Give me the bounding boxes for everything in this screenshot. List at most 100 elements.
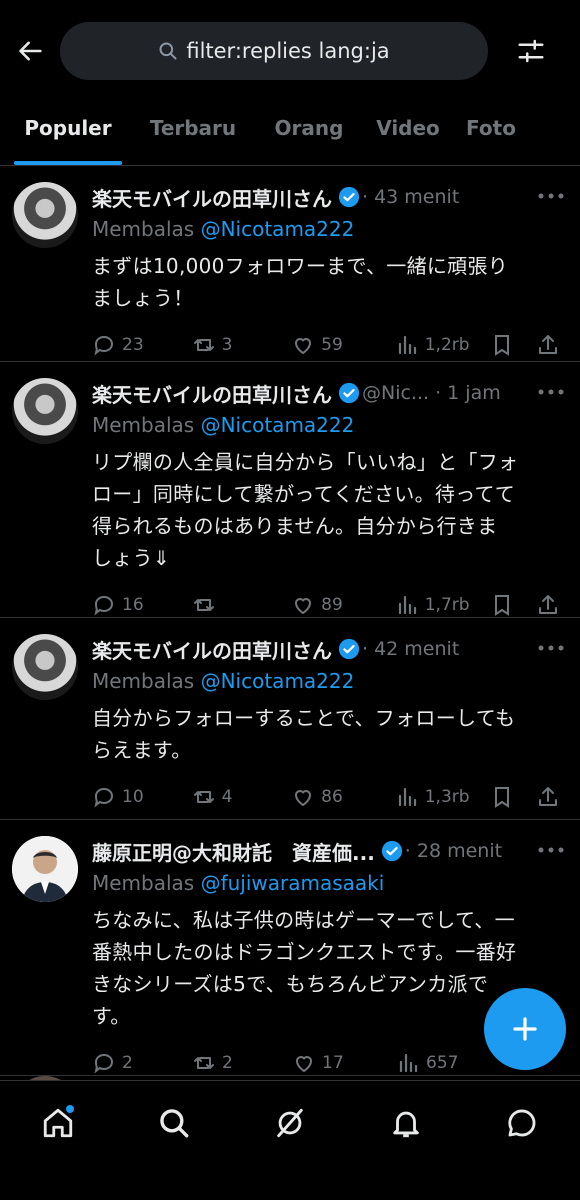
views-button[interactable]: 1,7rb [395, 593, 491, 617]
avatar[interactable] [12, 378, 78, 444]
filter-button[interactable] [514, 34, 548, 68]
post[interactable]: 楽天モバイルの田草川さん · 43 menit Membalas @Nicota… [0, 166, 580, 362]
post-meta: · 42 menit [362, 638, 460, 660]
nav-explore[interactable] [116, 1103, 232, 1143]
reply-button[interactable]: 16 [92, 593, 192, 617]
filter-sliders-icon [518, 39, 544, 63]
compose-button[interactable] [484, 988, 566, 1070]
retweet-icon [193, 599, 214, 611]
views-icon [398, 787, 416, 807]
explore-icon [160, 1109, 189, 1138]
post-meta: · 28 menit [404, 840, 503, 862]
search-query: filter:replies lang:ja [186, 39, 390, 63]
more-icon[interactable] [536, 840, 566, 860]
post-text-line: まずは10,000フォロワーまで、一緒に頑張り [92, 254, 509, 278]
reply-context: Membalas @fujiwaramasaaki [92, 868, 566, 898]
bookmark-button[interactable] [490, 333, 536, 357]
reply-button[interactable]: 10 [92, 785, 192, 809]
reply-prefix: Membalas [92, 669, 195, 693]
like-icon [295, 598, 312, 615]
share-icon [539, 595, 558, 614]
post-text-line: ましょう！ [92, 286, 194, 310]
bookmark-button[interactable] [490, 785, 536, 809]
views-button[interactable]: 1,3rb [395, 785, 491, 809]
like-button[interactable]: 59 [291, 333, 395, 357]
author-name[interactable]: 楽天モバイルの田草川さん [92, 183, 332, 212]
compose-plus-icon [513, 1017, 537, 1041]
post-meta: · 43 menit [362, 186, 460, 208]
post-meta: @Nic... · 1 jam [362, 382, 501, 404]
tab-foto[interactable]: Foto [456, 91, 526, 165]
share-button[interactable] [536, 333, 566, 357]
mention-link[interactable]: @Nicotama222 [201, 413, 355, 437]
mention-link[interactable]: @Nicotama222 [201, 669, 355, 693]
retweet-count: 3 [221, 335, 233, 355]
bookmark-icon [495, 787, 510, 808]
nav-messages[interactable] [464, 1103, 580, 1143]
verified-icon [338, 186, 360, 208]
post-text-line: きなシリーズは5で、もちろんビアンカ派で [92, 972, 489, 996]
reply-count: 23 [122, 335, 144, 355]
reply-prefix: Membalas [92, 217, 195, 241]
avatar[interactable] [12, 182, 78, 248]
views-button[interactable]: 1,2rb [395, 333, 491, 357]
post-actions: 10 4 86 1,3rb [92, 766, 566, 828]
mention-link[interactable]: @Nicotama222 [201, 217, 355, 241]
like-button[interactable]: 86 [291, 785, 395, 809]
reply-context: Membalas @Nicotama222 [92, 410, 566, 440]
post-text: リプ欄の人全員に自分から「いいね」と「フォ ロー」同時にして繋がってください。待… [92, 446, 566, 574]
post[interactable]: 楽天モバイルの田草川さん · 42 menit Membalas @Nicota… [0, 618, 580, 820]
reply-button[interactable]: 23 [92, 333, 192, 357]
share-icon [539, 335, 558, 354]
more-icon[interactable] [536, 382, 566, 402]
post-text-line: リプ欄の人全員に自分から「いいね」と「フォ [92, 450, 519, 474]
post[interactable]: 楽天モバイルの田草川さん @Nic... · 1 jam Membalas @N… [0, 362, 580, 618]
more-icon[interactable] [536, 186, 566, 206]
views-icon [398, 595, 416, 615]
avatar[interactable] [12, 836, 78, 902]
tab-video[interactable]: Video [368, 91, 448, 165]
bookmark-button[interactable] [490, 593, 536, 617]
verified-icon [381, 840, 403, 862]
tab-orang[interactable]: Orang [264, 91, 354, 165]
like-icon [295, 790, 312, 807]
like-count: 89 [321, 595, 343, 615]
messages-icon [508, 1109, 536, 1137]
nav-grok[interactable] [232, 1103, 348, 1143]
views-icon [398, 335, 416, 355]
reply-prefix: Membalas [92, 871, 195, 895]
like-button[interactable]: 89 [291, 593, 395, 617]
search-input[interactable]: filter:replies lang:ja [60, 22, 488, 80]
grok-icon [277, 1108, 303, 1138]
tab-populer[interactable]: Populer [14, 91, 122, 165]
share-button[interactable] [536, 785, 566, 809]
reply-count: 16 [122, 595, 144, 615]
author-name[interactable]: 藤原正明@大和財託 資産価... [92, 837, 375, 866]
search-header: filter:replies lang:ja [0, 10, 580, 92]
retweet-count: 4 [221, 787, 233, 807]
nav-notifications[interactable] [348, 1103, 464, 1143]
retweet-button[interactable]: 3 [192, 333, 292, 357]
share-button[interactable] [536, 593, 566, 617]
mention-link[interactable]: @fujiwaramasaaki [201, 871, 385, 895]
retweet-icon [193, 339, 214, 351]
author-name[interactable]: 楽天モバイルの田草川さん [92, 635, 332, 664]
verified-icon [338, 382, 360, 404]
tab-terbaru[interactable]: Terbaru [138, 91, 248, 165]
post-text-line: しょう⇓ [92, 546, 170, 570]
bottom-nav [0, 1080, 580, 1200]
more-icon[interactable] [536, 638, 566, 658]
verified-icon [338, 638, 360, 660]
retweet-button[interactable] [192, 593, 292, 617]
author-name[interactable]: 楽天モバイルの田草川さん [92, 379, 332, 408]
reply-icon [94, 335, 114, 356]
nav-home[interactable] [0, 1103, 116, 1143]
notifications-icon [393, 1111, 419, 1138]
like-icon [295, 338, 312, 355]
back-button[interactable] [14, 34, 48, 68]
retweet-button[interactable]: 4 [192, 785, 292, 809]
reply-prefix: Membalas [92, 413, 195, 437]
view-count: 1,7rb [424, 595, 470, 615]
post-text-line: らえます。 [92, 738, 192, 762]
avatar[interactable] [12, 634, 78, 700]
